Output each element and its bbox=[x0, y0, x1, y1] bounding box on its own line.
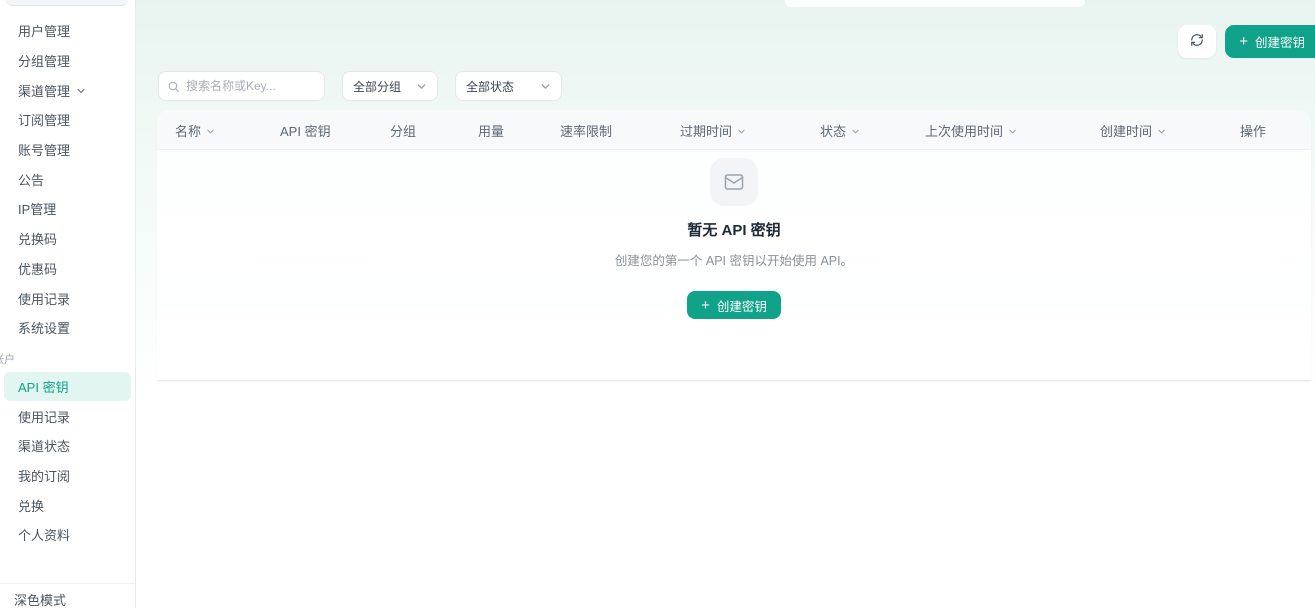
column-header-rate-limit: 速率限制 bbox=[560, 110, 612, 150]
sidebar-item-label: 公告 bbox=[18, 170, 44, 189]
status-filter-select[interactable]: 全部状态 bbox=[455, 71, 562, 101]
api-keys-table-card: 名称 API 密钥 分组 用量 速率限制 过期时间 状态 bbox=[157, 110, 1311, 381]
sidebar-footer: 深色模式 bbox=[0, 583, 135, 614]
sidebar-item-label: 使用记录 bbox=[18, 407, 70, 426]
sidebar-item-coupon-codes[interactable]: 优惠码 bbox=[4, 254, 131, 284]
sidebar-item-user-management[interactable]: 用户管理 bbox=[4, 16, 131, 46]
sidebar-item-api-keys[interactable]: API 密钥 bbox=[4, 372, 131, 402]
column-header-status[interactable]: 状态 bbox=[820, 110, 860, 150]
sidebar-item-label: API 密钥 bbox=[18, 377, 69, 396]
chevron-down-icon bbox=[540, 81, 551, 92]
column-header-group: 分组 bbox=[390, 110, 416, 150]
sidebar-item-channel-management[interactable]: 渠道管理 bbox=[4, 75, 131, 105]
sidebar-item-ip-management[interactable]: IP管理 bbox=[4, 194, 131, 224]
sort-chevron-icon bbox=[1008, 127, 1017, 136]
dark-mode-toggle[interactable]: 深色模式 bbox=[0, 584, 135, 614]
empty-state-description: 创建您的第一个 API 密钥以开始使用 API。 bbox=[615, 250, 853, 269]
search-input[interactable] bbox=[186, 79, 316, 93]
column-header-usage: 用量 bbox=[478, 110, 504, 150]
create-key-label: 创建密钥 bbox=[1255, 32, 1305, 51]
table-header-row: 名称 API 密钥 分组 用量 速率限制 过期时间 状态 bbox=[157, 110, 1311, 150]
sidebar-item-channel-status[interactable]: 渠道状态 bbox=[4, 431, 131, 461]
plus-icon: + bbox=[701, 298, 710, 313]
search-box bbox=[158, 71, 325, 101]
create-key-label: 创建密钥 bbox=[717, 296, 767, 315]
chevron-down-icon bbox=[76, 86, 86, 96]
sidebar-clipped-top-item bbox=[5, 0, 129, 6]
sidebar-item-label: 订阅管理 bbox=[18, 110, 70, 129]
sidebar-item-label: 账号管理 bbox=[18, 140, 70, 159]
sidebar-item-label: 使用记录 bbox=[18, 289, 70, 308]
sidebar-item-system-settings[interactable]: 系统设置 bbox=[4, 313, 131, 343]
sidebar: 用户管理 分组管理 渠道管理 订阅管理 账号管理 公告 IP管理 兑换码 优惠码 bbox=[0, 0, 136, 608]
main-content: + 创建密钥 全部分组 全部状态 名称 bbox=[136, 0, 1315, 608]
sort-chevron-icon bbox=[1157, 127, 1166, 136]
group-filter-value: 全部分组 bbox=[353, 78, 401, 95]
refresh-button[interactable] bbox=[1178, 25, 1216, 58]
sidebar-section-account: 账户 bbox=[0, 352, 135, 368]
sort-chevron-icon bbox=[851, 127, 860, 136]
sidebar-item-label: 个人资料 bbox=[18, 525, 70, 544]
sidebar-item-announcements[interactable]: 公告 bbox=[4, 164, 131, 194]
chevron-down-icon bbox=[416, 81, 427, 92]
dark-mode-label: 深色模式 bbox=[14, 590, 66, 609]
sidebar-item-label: IP管理 bbox=[18, 199, 56, 218]
group-filter-select[interactable]: 全部分组 bbox=[342, 71, 438, 101]
column-header-api-key: API 密钥 bbox=[280, 110, 331, 150]
sidebar-item-label: 我的订阅 bbox=[18, 466, 70, 485]
sidebar-item-label: 渠道管理 bbox=[18, 81, 70, 100]
sidebar-item-label: 分组管理 bbox=[18, 51, 70, 70]
sidebar-item-redeem[interactable]: 兑换 bbox=[4, 490, 131, 520]
column-header-created-time[interactable]: 创建时间 bbox=[1100, 110, 1166, 150]
column-header-actions: 操作 bbox=[1240, 110, 1266, 150]
sidebar-item-label: 系统设置 bbox=[18, 318, 70, 337]
sidebar-item-profile[interactable]: 个人资料 bbox=[4, 520, 131, 550]
sidebar-item-redeem-codes[interactable]: 兑换码 bbox=[4, 224, 131, 254]
refresh-icon bbox=[1190, 33, 1204, 50]
sidebar-item-label: 渠道状态 bbox=[18, 436, 70, 455]
column-header-name[interactable]: 名称 bbox=[175, 110, 215, 150]
sidebar-item-label: 兑换 bbox=[18, 496, 44, 515]
column-header-expire-time[interactable]: 过期时间 bbox=[680, 110, 746, 150]
sidebar-item-label: 兑换码 bbox=[18, 229, 57, 248]
card-bottom-divider bbox=[157, 380, 1311, 381]
sort-chevron-icon bbox=[206, 127, 215, 136]
plus-icon: + bbox=[1239, 34, 1248, 49]
empty-state-title: 暂无 API 密钥 bbox=[687, 219, 780, 240]
empty-state: 暂无 API 密钥 创建您的第一个 API 密钥以开始使用 API。 + 创建密… bbox=[157, 158, 1311, 319]
sidebar-item-label: 用户管理 bbox=[18, 21, 70, 40]
top-overlay-sliver bbox=[785, 0, 1085, 7]
column-header-last-used[interactable]: 上次使用时间 bbox=[925, 110, 1017, 150]
sort-chevron-icon bbox=[737, 127, 746, 136]
sidebar-item-my-subscription[interactable]: 我的订阅 bbox=[4, 461, 131, 491]
sidebar-item-group-management[interactable]: 分组管理 bbox=[4, 46, 131, 76]
sidebar-menu: 用户管理 分组管理 渠道管理 订阅管理 账号管理 公告 IP管理 兑换码 优惠码 bbox=[0, 16, 135, 550]
sidebar-item-label: 优惠码 bbox=[18, 259, 57, 278]
sidebar-item-account-management[interactable]: 账号管理 bbox=[4, 135, 131, 165]
sidebar-item-subscription-management[interactable]: 订阅管理 bbox=[4, 105, 131, 135]
search-icon bbox=[167, 80, 180, 93]
status-filter-value: 全部状态 bbox=[466, 78, 514, 95]
create-key-button-top[interactable]: + 创建密钥 bbox=[1225, 25, 1315, 58]
empty-inbox-icon bbox=[710, 158, 758, 206]
topbar-actions: + 创建密钥 bbox=[1178, 25, 1315, 58]
create-key-button-empty-state[interactable]: + 创建密钥 bbox=[687, 291, 781, 319]
sidebar-item-usage-logs-admin[interactable]: 使用记录 bbox=[4, 283, 131, 313]
filter-row: 全部分组 全部状态 bbox=[158, 71, 562, 101]
sidebar-item-usage-logs[interactable]: 使用记录 bbox=[4, 401, 131, 431]
